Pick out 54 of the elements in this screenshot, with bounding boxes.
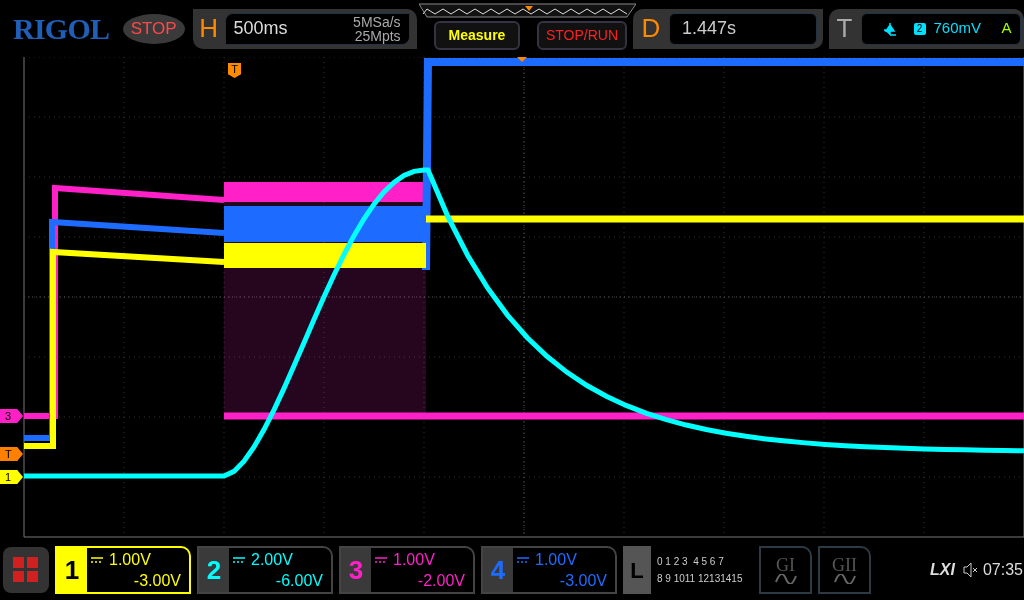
delay-label: D [640,12,662,45]
logic-bits: 0 1 2 3 4 5 6 7 [657,555,725,569]
menu-button[interactable] [3,547,49,593]
trigger-panel[interactable]: T 2 760mV A [828,8,1024,49]
timebase-value: 500ms [233,17,289,40]
clock-time: 07:35 [982,560,1023,580]
channel-offset: -3.00V [559,571,608,591]
speaker-muted-icon[interactable] [962,562,979,578]
channel-number: 2 [205,553,223,587]
channel-number: 1 [63,553,81,587]
channel-button[interactable]: 3 1.00V -2.00V [339,546,475,594]
volts-per-div: 1.00V [535,550,577,570]
logic-label: L [629,556,645,585]
horizontal-label: H [198,12,219,45]
channel-marker[interactable]: 3 [0,409,23,423]
volts-per-div: 1.00V [109,550,151,570]
dc-coupling-icon [233,556,245,563]
rising-edge-icon [883,21,896,36]
channel-marker[interactable]: 1 [0,470,23,484]
dc-coupling-icon [375,556,387,563]
channel-marker[interactable]: T [0,447,23,461]
sine-wave-icon [833,574,856,584]
stop-run-button[interactable]: STOP/RUN [537,21,627,50]
sample-rate: 5MSa/s [353,14,401,29]
lxi-logo: LXI [930,560,955,580]
trigger-level: 760mV [933,18,982,39]
volts-per-div: 1.00V [393,550,435,570]
channel-button[interactable]: 2 2.00V -6.00V [197,546,333,594]
trigger-position-marker [517,57,527,62]
delay-value: 1.447s [682,17,737,40]
dc-coupling-icon [91,556,103,563]
horizontal-panel[interactable]: H 500ms 5MSa/s 25Mpts [192,8,417,49]
grid-menu-icon [13,557,39,583]
channel-offset: -3.00V [133,571,182,591]
logic-button[interactable]: L 0 1 2 3 4 5 6 7 8 9 1011 12131415 [623,546,753,594]
run-status-badge: STOP [122,13,185,44]
measure-button[interactable]: Measure [434,21,520,50]
channel-offset: -2.00V [417,571,466,591]
delay-panel[interactable]: D 1.447s [633,8,823,49]
volts-per-div: 2.00V [251,550,293,570]
channel-button[interactable]: 4 1.00V -3.00V [481,546,617,594]
trigger-mode: A [1001,18,1012,39]
trigger-source-badge: 2 [913,22,926,35]
channel-offset: -6.00V [275,571,324,591]
logic-bits: 8 9 1011 12131415 [657,572,744,586]
dc-coupling-icon [517,556,529,563]
sine-wave-icon [774,574,797,584]
memory-depth: 25Mpts [354,28,401,43]
channel-number: 3 [347,553,365,587]
trigger-label: T [835,12,854,45]
brand-logo: RIGOL [13,13,111,44]
channel-number: 4 [489,553,507,587]
trigger-time-marker: T [228,63,241,78]
channel-button[interactable]: 1 1.00V -3.00V [55,546,191,594]
